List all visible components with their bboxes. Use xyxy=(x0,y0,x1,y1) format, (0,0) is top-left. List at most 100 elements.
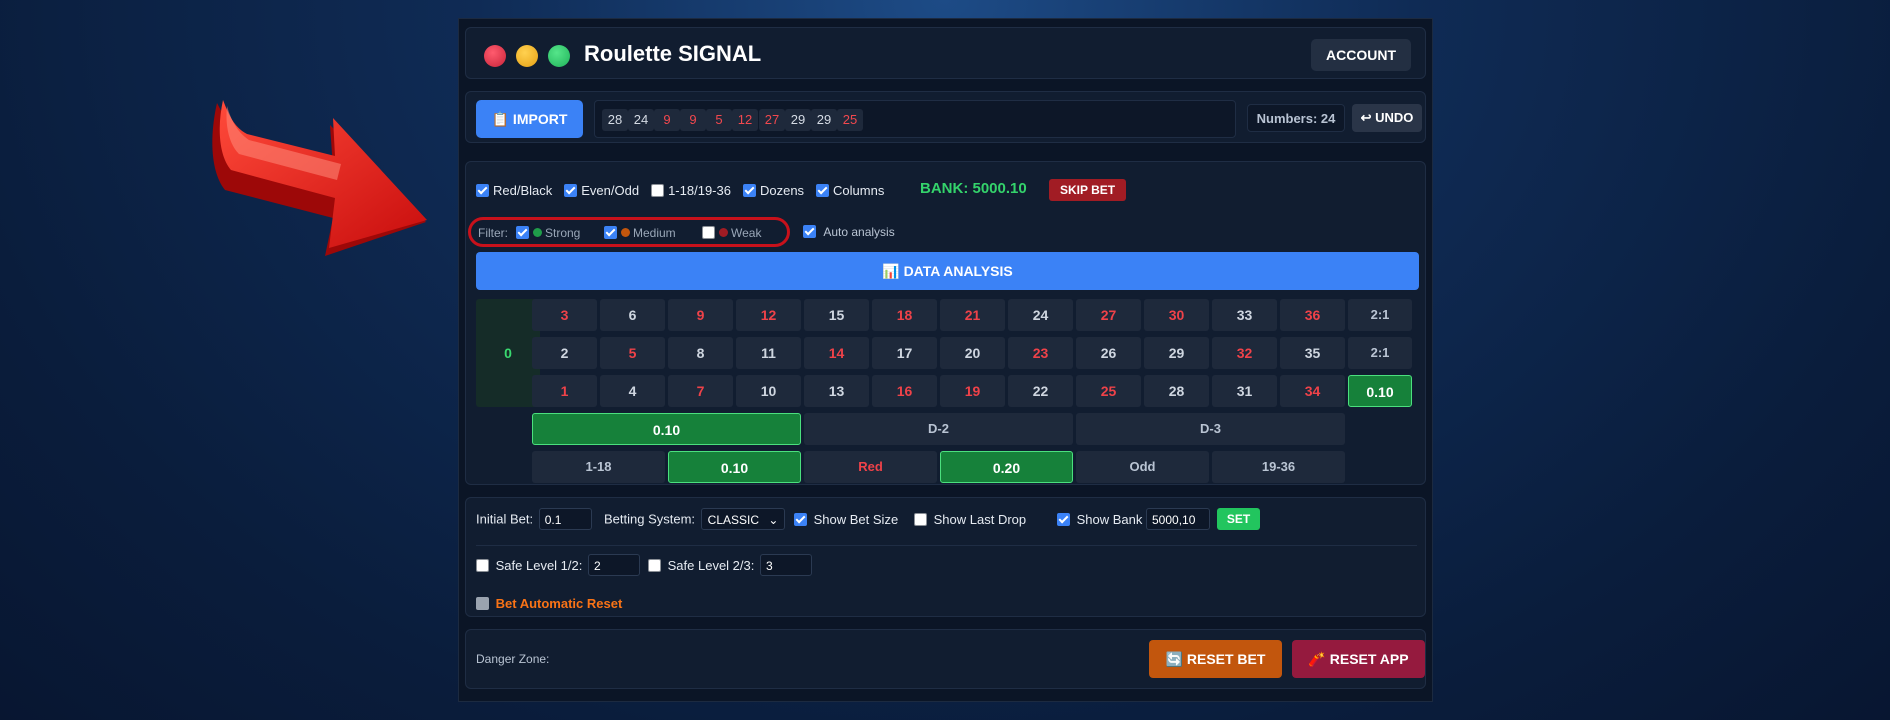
filter-checkbox[interactable] xyxy=(516,226,529,240)
number-cell[interactable]: 8 xyxy=(668,337,733,369)
number-cell[interactable]: 24 xyxy=(1008,299,1073,331)
outside-bet-cell[interactable]: 1-18 xyxy=(532,451,665,483)
number-cell[interactable]: 2 xyxy=(532,337,597,369)
option-checkbox[interactable] xyxy=(476,184,489,198)
filter-strong[interactable]: Strong xyxy=(516,225,580,240)
number-cell[interactable]: 20 xyxy=(940,337,1005,369)
outside-bet-cell[interactable]: 0.20 xyxy=(940,451,1073,483)
reset-app-button[interactable]: 🧨 RESET APP xyxy=(1292,640,1425,678)
undo-button[interactable]: ↩ UNDO xyxy=(1352,104,1422,132)
auto-analysis-checkbox[interactable] xyxy=(803,225,816,239)
history-number[interactable]: 29 xyxy=(811,109,837,131)
option-even-odd[interactable]: Even/Odd xyxy=(564,182,639,198)
option-checkbox[interactable] xyxy=(651,184,665,198)
safe-level-12-checkbox[interactable] xyxy=(476,558,489,572)
show-bet-size-checkbox[interactable] xyxy=(794,513,807,527)
show-bet-size-option[interactable]: Show Bet Size xyxy=(794,511,898,527)
history-number[interactable]: 27 xyxy=(759,109,785,131)
number-cell[interactable]: 9 xyxy=(668,299,733,331)
number-cell[interactable]: 4 xyxy=(600,375,665,407)
history-number[interactable]: 24 xyxy=(628,109,654,131)
number-cell[interactable]: 32 xyxy=(1212,337,1277,369)
number-cell[interactable]: 29 xyxy=(1144,337,1209,369)
filter-checkbox[interactable] xyxy=(604,226,617,240)
number-cell[interactable]: 7 xyxy=(668,375,733,407)
skip-bet-button[interactable]: SKIP BET xyxy=(1049,179,1126,201)
number-cell[interactable]: 17 xyxy=(872,337,937,369)
option-red-black[interactable]: Red/Black xyxy=(476,182,552,198)
filter-weak[interactable]: Weak xyxy=(702,225,761,240)
data-analysis-button[interactable]: 📊 DATA ANALYSIS xyxy=(476,252,1419,290)
number-cell[interactable]: 26 xyxy=(1076,337,1141,369)
import-button[interactable]: 📋 IMPORT xyxy=(476,100,583,138)
bet-automatic-reset-option[interactable]: Bet Automatic Reset xyxy=(476,595,622,611)
number-cell[interactable]: 11 xyxy=(736,337,801,369)
dozen-bet-cell[interactable]: D-3 xyxy=(1076,413,1345,445)
number-cell[interactable]: 21 xyxy=(940,299,1005,331)
history-number[interactable]: 29 xyxy=(785,109,811,131)
dozen-bet-cell[interactable]: 0.10 xyxy=(532,413,801,445)
safe-level-23-input[interactable]: 3 xyxy=(759,554,812,576)
number-cell[interactable]: 15 xyxy=(804,299,869,331)
auto-analysis-option[interactable]: Auto analysis xyxy=(803,224,895,239)
column-bet-cell[interactable]: 0.10 xyxy=(1348,375,1412,407)
show-last-drop-option[interactable]: Show Last Drop xyxy=(914,511,1026,527)
number-cell[interactable]: 31 xyxy=(1212,375,1277,407)
option-1-18-19-36[interactable]: 1-18/19-36 xyxy=(651,182,731,198)
history-number[interactable]: 5 xyxy=(706,109,732,131)
initial-bet-input[interactable]: 0.1 xyxy=(538,508,592,530)
history-number[interactable]: 9 xyxy=(654,109,680,131)
history-number[interactable]: 28 xyxy=(602,109,628,131)
number-cell[interactable]: 30 xyxy=(1144,299,1209,331)
number-cell[interactable]: 18 xyxy=(872,299,937,331)
number-cell[interactable]: 35 xyxy=(1280,337,1345,369)
history-number[interactable]: 9 xyxy=(680,109,706,131)
bet-automatic-reset-checkbox[interactable] xyxy=(476,597,489,611)
option-checkbox[interactable] xyxy=(564,184,578,198)
column-bet-cell[interactable]: 2:1 xyxy=(1348,337,1412,369)
zero-cell[interactable]: 0 xyxy=(476,299,540,407)
show-bank-option[interactable]: Show Bank xyxy=(1057,511,1142,527)
option-dozens[interactable]: Dozens xyxy=(742,182,804,198)
number-cell[interactable]: 16 xyxy=(872,375,937,407)
show-bank-checkbox[interactable] xyxy=(1057,513,1070,527)
number-cell[interactable]: 1 xyxy=(532,375,597,407)
safe-level-12-input[interactable]: 2 xyxy=(587,554,640,576)
betting-system-select[interactable]: CLASSIC ⌄ xyxy=(700,508,786,530)
option-checkbox[interactable] xyxy=(816,184,830,198)
column-bet-cell[interactable]: 2:1 xyxy=(1348,299,1412,331)
number-cell[interactable]: 23 xyxy=(1008,337,1073,369)
history-number[interactable]: 12 xyxy=(732,109,758,131)
number-cell[interactable]: 27 xyxy=(1076,299,1141,331)
number-cell[interactable]: 6 xyxy=(600,299,665,331)
number-cell[interactable]: 34 xyxy=(1280,375,1345,407)
number-cell[interactable]: 5 xyxy=(600,337,665,369)
dozen-bet-cell[interactable]: D-2 xyxy=(804,413,1073,445)
filter-medium[interactable]: Medium xyxy=(604,225,676,240)
number-cell[interactable]: 13 xyxy=(804,375,869,407)
option-checkbox[interactable] xyxy=(742,184,756,198)
outside-bet-cell[interactable]: Odd xyxy=(1076,451,1209,483)
number-cell[interactable]: 28 xyxy=(1144,375,1209,407)
number-cell[interactable]: 19 xyxy=(940,375,1005,407)
outside-bet-cell[interactable]: Red xyxy=(804,451,937,483)
safe-level-23-checkbox[interactable] xyxy=(648,558,661,572)
number-cell[interactable]: 33 xyxy=(1212,299,1277,331)
set-bank-button[interactable]: SET xyxy=(1217,508,1260,530)
outside-bet-cell[interactable]: 19-36 xyxy=(1212,451,1345,483)
outside-bet-cell[interactable]: 0.10 xyxy=(668,451,801,483)
history-number[interactable]: 25 xyxy=(837,109,863,131)
show-last-drop-checkbox[interactable] xyxy=(914,513,927,527)
number-cell[interactable]: 36 xyxy=(1280,299,1345,331)
account-button[interactable]: ACCOUNT xyxy=(1311,39,1411,71)
number-cell[interactable]: 25 xyxy=(1076,375,1141,407)
reset-bet-button[interactable]: 🔄 RESET BET xyxy=(1149,640,1282,678)
filter-checkbox[interactable] xyxy=(702,226,715,240)
number-cell[interactable]: 12 xyxy=(736,299,801,331)
number-cell[interactable]: 22 xyxy=(1008,375,1073,407)
number-cell[interactable]: 10 xyxy=(736,375,801,407)
number-cell[interactable]: 14 xyxy=(804,337,869,369)
number-cell[interactable]: 3 xyxy=(532,299,597,331)
option-columns[interactable]: Columns xyxy=(816,182,884,198)
bank-input[interactable]: 5000,10 xyxy=(1146,508,1210,530)
